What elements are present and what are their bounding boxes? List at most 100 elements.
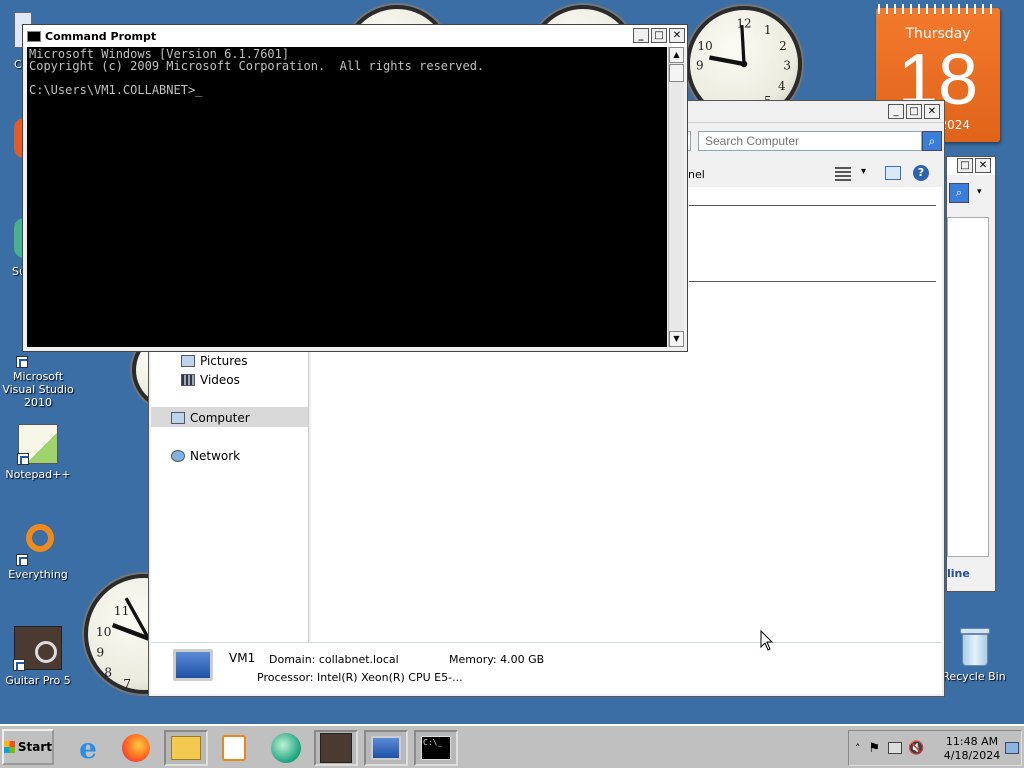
taskbar-clock[interactable]: 11:48 AM 4/18/2024 <box>941 735 1003 763</box>
recycle-bin-icon <box>954 626 994 666</box>
taskbar-firefox[interactable] <box>114 730 158 766</box>
computer-icon <box>171 412 185 424</box>
close-button[interactable]: ✕ <box>924 104 940 119</box>
guitar-pro-icon <box>13 626 62 671</box>
mouse-pointer-icon <box>760 630 774 651</box>
cmd-app-icon <box>27 30 41 42</box>
start-label: Start <box>17 740 52 754</box>
console-output[interactable]: Microsoft Windows [Version 6.1.7601] Copy… <box>27 47 667 347</box>
search-button[interactable]: ⌕ <box>949 183 969 203</box>
taskbar-cmd[interactable]: C:\_ <box>414 730 458 766</box>
scroll-up-arrow-icon[interactable]: ▲ <box>669 47 684 63</box>
window-controls: _ □ ✕ <box>633 28 685 43</box>
firefox-icon <box>122 734 150 762</box>
desktop-icon-partial-label: C <box>14 58 22 71</box>
network-icon <box>171 450 185 462</box>
vertical-scrollbar[interactable]: ▲ ▼ <box>668 47 684 347</box>
cmd-titlebar[interactable]: Command Prompt _ □ ✕ <box>23 25 687 47</box>
svg-text:4: 4 <box>778 79 786 93</box>
clock-date: 4/18/2024 <box>943 749 1001 762</box>
taskbar-remote-desktop[interactable] <box>364 730 408 766</box>
notepadpp-icon <box>17 424 58 465</box>
desktop-icon-guitar-pro[interactable]: Guitar Pro 5 <box>0 626 76 687</box>
view-options-icon[interactable] <box>835 167 851 181</box>
window-controls: _ □ ✕ <box>888 104 940 119</box>
close-button[interactable]: ✕ <box>669 28 685 43</box>
taskbar-ie[interactable]: e <box>66 730 110 766</box>
internet-explorer-icon: e <box>79 731 97 765</box>
desktop-icon-everything[interactable]: Everything <box>0 524 76 581</box>
dropdown-arrow-icon[interactable]: ▾ <box>977 187 982 197</box>
windows-logo-icon <box>4 741 15 753</box>
start-button[interactable]: Start <box>2 729 54 765</box>
nav-item-label: Videos <box>200 373 240 387</box>
svg-text:10: 10 <box>698 39 713 53</box>
desktop-icon-recycle-bin[interactable]: Recycle Bin <box>936 626 1012 683</box>
svg-text:3: 3 <box>783 58 791 72</box>
console-prompt-line: C:\Users\VM1.COLLABNET>_ <box>29 84 665 96</box>
videos-icon <box>181 374 195 386</box>
show-hidden-icons-icon[interactable]: ˄ <box>855 742 861 755</box>
action-center-flag-icon[interactable]: ⚑ <box>869 741 881 756</box>
desktop-icon-label: Microsoft Visual Studio 2010 <box>2 370 74 409</box>
svg-text:11: 11 <box>114 604 130 618</box>
maximize-button[interactable]: □ <box>906 104 922 119</box>
divider <box>689 205 936 206</box>
minimize-button[interactable]: _ <box>888 104 904 119</box>
volume-muted-icon[interactable]: 🔇 <box>908 741 924 756</box>
scroll-down-arrow-icon[interactable]: ▼ <box>669 331 684 347</box>
desktop-icon-label: Recycle Bin <box>942 670 1006 683</box>
close-button[interactable]: ✕ <box>975 158 991 173</box>
search-input[interactable] <box>698 131 922 151</box>
details-pane: VM1 Domain: collabnet.local Memory: 4.00… <box>151 642 942 694</box>
window-controls: □ ✕ <box>957 158 991 173</box>
svg-text:8: 8 <box>104 666 112 680</box>
maximize-button[interactable]: □ <box>651 28 667 43</box>
everything-search-icon <box>16 524 58 566</box>
maximize-button[interactable]: □ <box>957 158 973 173</box>
show-desktop-icon[interactable] <box>1005 742 1019 754</box>
nav-item-videos[interactable]: Videos <box>181 373 240 387</box>
pictures-icon <box>181 355 195 367</box>
help-icon[interactable]: ? <box>913 165 929 181</box>
shortcut-arrow-icon <box>16 554 28 566</box>
command-prompt-window[interactable]: Command Prompt _ □ ✕ Microsoft Windows [… <box>22 24 688 352</box>
shortcut-arrow-icon <box>17 453 29 465</box>
svg-text:2: 2 <box>779 39 787 53</box>
folder-icon <box>171 736 201 760</box>
taskbar-explorer[interactable] <box>164 730 208 766</box>
search-icon[interactable]: ⌕ <box>922 131 942 151</box>
svg-text:9: 9 <box>696 58 704 72</box>
cmd-icon: C:\_ <box>421 736 451 760</box>
nav-item-computer[interactable]: Computer <box>171 411 250 425</box>
clock-time: 11:48 AM <box>945 735 999 748</box>
taskbar-media-player[interactable] <box>212 730 256 766</box>
minimize-button[interactable]: _ <box>633 28 649 43</box>
breadcrumb-partial: nel <box>688 168 705 181</box>
network-tray-icon[interactable] <box>888 742 903 754</box>
computer-monitor-icon <box>371 736 401 760</box>
nav-item-label: Pictures <box>200 354 248 368</box>
shortcut-arrow-icon <box>13 659 25 671</box>
svg-text:7: 7 <box>123 677 131 690</box>
taskbar-app-teal[interactable] <box>264 730 308 766</box>
view-dropdown-icon[interactable]: ▾ <box>861 166 866 177</box>
desktop-icon-notepadpp[interactable]: Notepad++ <box>0 424 76 481</box>
svg-text:12: 12 <box>736 16 751 30</box>
desktop-icon-label: Guitar Pro 5 <box>5 674 71 687</box>
processor-value: Processor: Intel(R) Xeon(R) CPU E5-... <box>257 671 463 684</box>
scroll-thumb[interactable] <box>669 64 684 82</box>
preview-pane-icon[interactable] <box>885 166 901 180</box>
console-prompt: C:\Users\VM1.COLLABNET> <box>29 83 196 97</box>
teal-globe-icon <box>271 733 301 763</box>
nav-item-pictures[interactable]: Pictures <box>181 354 248 368</box>
nav-item-label: Computer <box>190 411 250 425</box>
calendar-rings <box>878 4 998 14</box>
background-window[interactable]: □ ✕ ⌕ ▾ line <box>946 156 996 592</box>
window-title: Command Prompt <box>45 29 157 43</box>
computer-name: VM1 <box>229 651 256 665</box>
nav-item-network[interactable]: Network <box>171 449 240 463</box>
console-line: Copyright (c) 2009 Microsoft Corporation… <box>29 59 485 73</box>
taskbar-guitar-pro[interactable] <box>314 730 358 766</box>
system-tray: ˄ ⚑ 🔇 11:48 AM 4/18/2024 <box>848 730 1022 766</box>
